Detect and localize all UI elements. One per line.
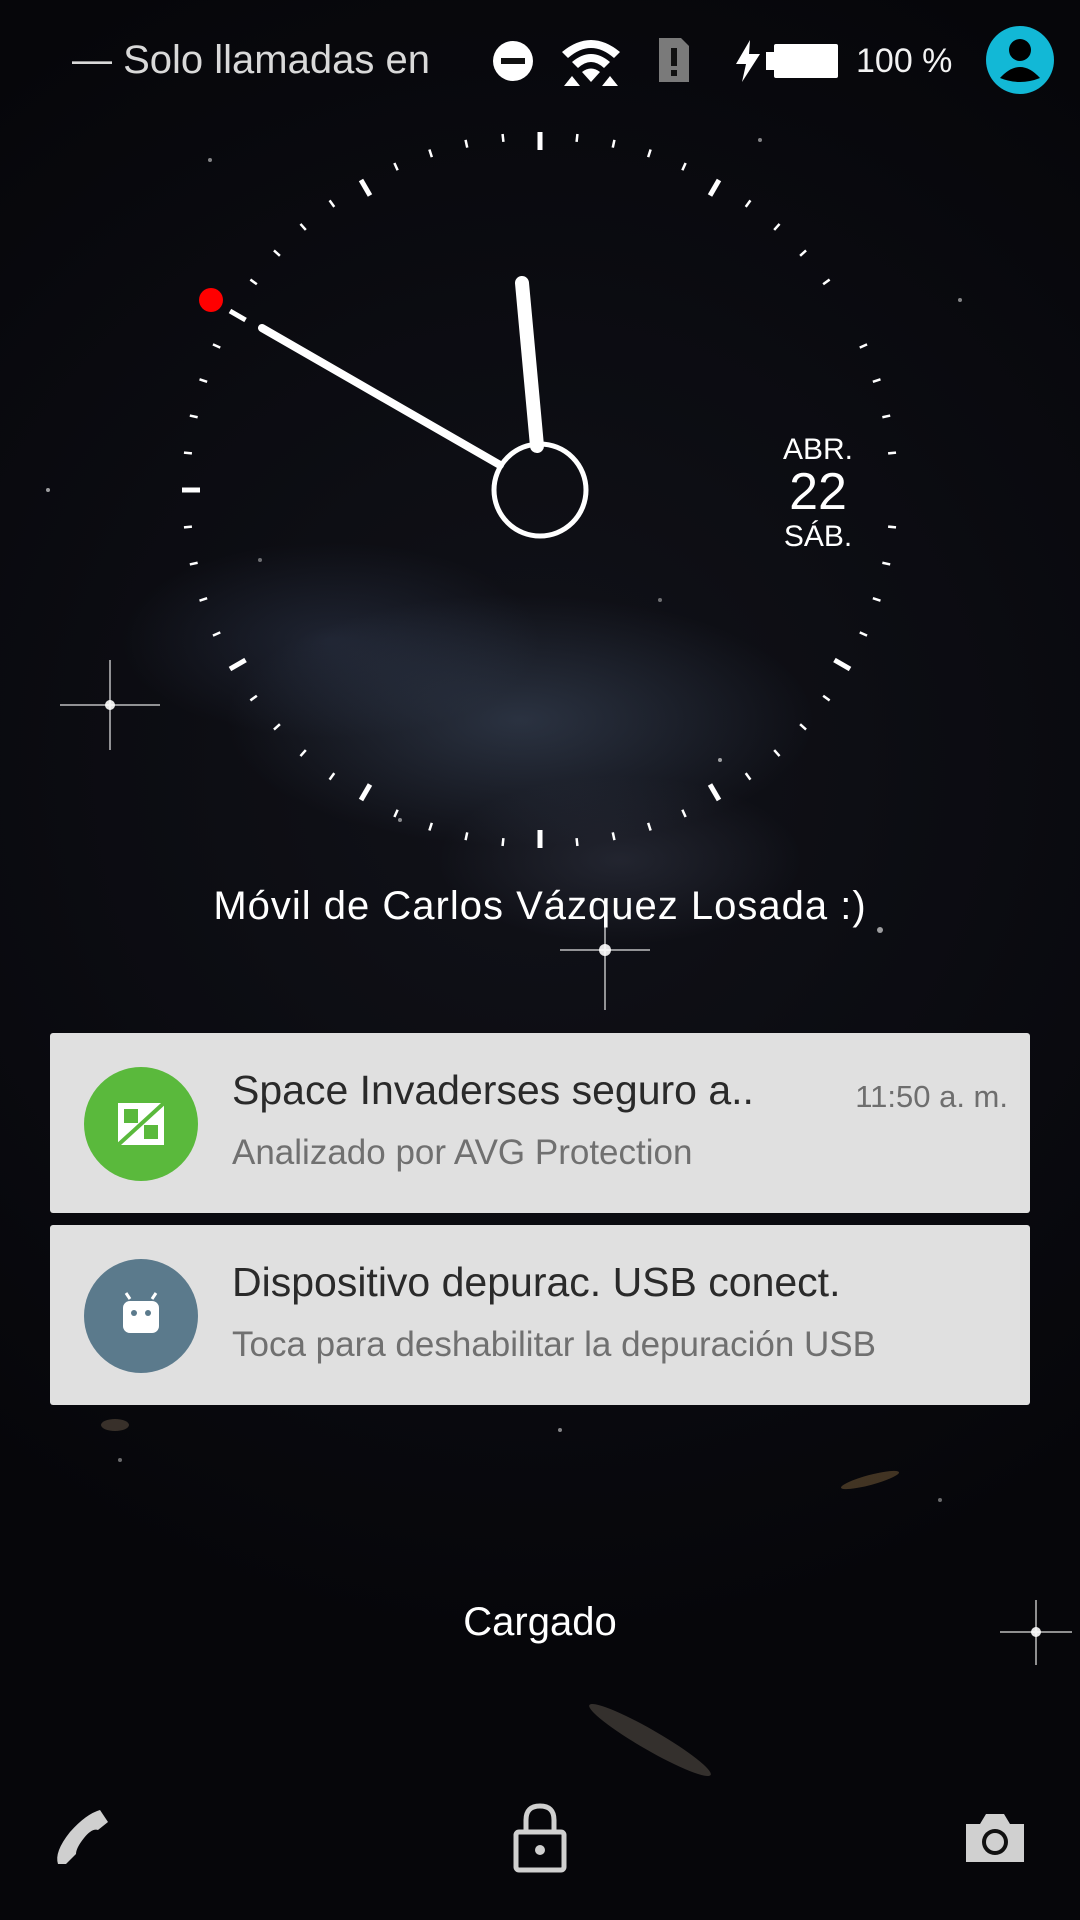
clock-minute-tick — [681, 162, 687, 171]
phone-icon[interactable] — [52, 1806, 116, 1870]
clock-minute-tick — [393, 809, 399, 818]
notification-icon — [84, 1067, 198, 1181]
clock-minute-tick — [799, 723, 807, 731]
notification-usb-debugging[interactable]: Dispositivo depurac. USB conect. Toca pa… — [50, 1225, 1030, 1405]
clock-minute-tick — [646, 822, 652, 831]
clock-minute-tick — [859, 343, 868, 349]
notification-icon — [84, 1259, 198, 1373]
clock-minute-tick — [872, 378, 881, 384]
clock-minute-tick — [773, 749, 781, 757]
clock-minute-tick — [799, 249, 807, 257]
clock-minute-tick — [428, 822, 434, 831]
clock-minute-tick — [189, 414, 198, 419]
clock-minute-tick — [183, 451, 193, 455]
notification-title: Dispositivo depurac. USB conect. — [232, 1259, 841, 1305]
clock-minute-tick — [744, 199, 752, 208]
clock-minute-tick — [575, 837, 579, 847]
clock-minute-tick — [299, 223, 307, 231]
clock-hour-tick — [228, 657, 247, 672]
clock-minute-tick — [501, 837, 505, 847]
hour-hand — [258, 324, 504, 469]
clock-minute-tick — [464, 139, 469, 148]
analog-clock — [182, 132, 897, 848]
clock-hour-tick — [358, 783, 373, 802]
clock-minute-tick — [611, 832, 616, 841]
charging-status: Cargado — [463, 1600, 617, 1644]
clock-minute-tick — [212, 343, 221, 349]
clock-minute-tick — [183, 525, 193, 529]
notification-time: 11:50 a. m. — [855, 1079, 1008, 1114]
notification-text: Toca para deshabilitar la depuración USB — [232, 1325, 876, 1364]
clock-minute-tick — [744, 772, 752, 781]
clock-hour-tick — [358, 178, 373, 197]
clock-minute-tick — [882, 561, 891, 566]
clock-hour-tick — [707, 783, 722, 802]
clock-minute-tick — [249, 278, 258, 286]
clock-hour-tick — [228, 308, 247, 323]
clock-minute-tick — [882, 414, 891, 419]
clock-minute-tick — [189, 561, 198, 566]
clock-minute-tick — [859, 631, 868, 637]
clock-hour-tick — [707, 178, 722, 197]
alarm-indicator-dot — [199, 288, 223, 312]
avg-shield-icon — [116, 1101, 166, 1147]
clock-minute-tick — [822, 694, 831, 702]
clock-hour-tick — [833, 657, 852, 672]
clock-minute-tick — [328, 199, 336, 208]
clock-minute-tick — [611, 139, 616, 148]
clock-minute-tick — [212, 631, 221, 637]
notification-title: Space Invaderses seguro a.. — [232, 1067, 754, 1113]
clock-minute-tick — [681, 809, 687, 818]
clock-minute-tick — [646, 149, 652, 158]
clock-minute-tick — [199, 596, 208, 602]
clock-minute-tick — [393, 162, 399, 171]
notification-avg[interactable]: Space Invaderses seguro a.. Analizado po… — [50, 1033, 1030, 1213]
clock-minute-tick — [872, 596, 881, 602]
date-weekday: SÁB. — [783, 520, 853, 553]
clock-minute-tick — [299, 749, 307, 757]
lock-icon[interactable] — [512, 1802, 568, 1874]
clock-minute-tick — [887, 451, 897, 455]
clock-minute-tick — [273, 249, 281, 257]
clock-minute-tick — [428, 149, 434, 158]
camera-icon[interactable] — [962, 1810, 1028, 1866]
clock-minute-tick — [199, 378, 208, 384]
clock-minute-tick — [328, 772, 336, 781]
clock-minute-tick — [575, 133, 579, 143]
clock-minute-tick — [249, 694, 258, 702]
clock-minute-tick — [273, 723, 281, 731]
clock-minute-tick — [773, 223, 781, 231]
owner-info: Móvil de Carlos Vázquez Losada :) — [213, 884, 867, 928]
notification-text: Analizado por AVG Protection — [232, 1133, 693, 1172]
android-icon — [123, 1292, 159, 1333]
clock-center — [491, 441, 589, 539]
clock-minute-tick — [464, 832, 469, 841]
clock-minute-tick — [501, 133, 505, 143]
minute-hand — [515, 276, 544, 453]
lock-screen: — Solo llamadas en 100 % ABR. 22 SÁB. Mó… — [0, 0, 1080, 1920]
date-day: 22 — [789, 463, 847, 521]
clock-minute-tick — [887, 525, 897, 529]
clock-minute-tick — [822, 278, 831, 286]
